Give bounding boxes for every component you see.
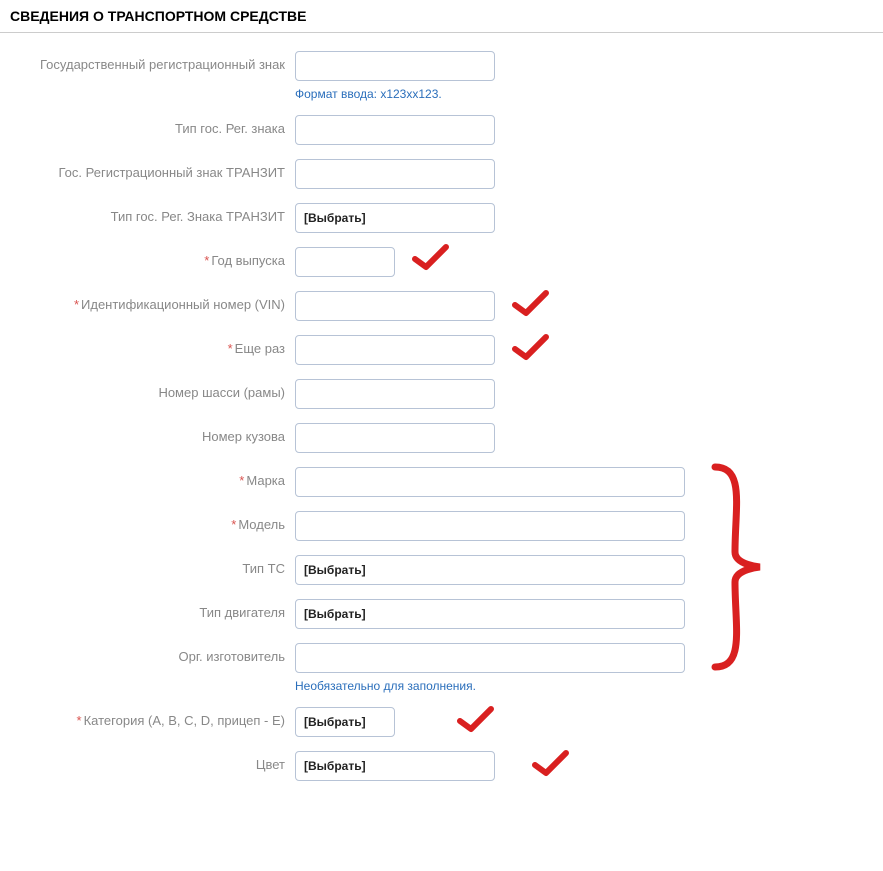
check-icon xyxy=(410,241,452,275)
label-year-text: Год выпуска xyxy=(211,253,285,268)
row-model: *Модель xyxy=(0,511,883,541)
row-engine-type: Тип двигателя [Выбрать] xyxy=(0,599,883,629)
label-color: Цвет xyxy=(0,751,295,772)
required-mark: * xyxy=(77,713,82,728)
row-body-no: Номер кузова xyxy=(0,423,883,453)
label-engine-type: Тип двигателя xyxy=(0,599,295,620)
label-vin-again: *Еще раз xyxy=(0,335,295,356)
label-vin-text: Идентификационный номер (VIN) xyxy=(81,297,285,312)
row-category: *Категория (A, B, C, D, прицеп - E) [Выб… xyxy=(0,707,883,737)
hint-manufacturer: Необязательно для заполнения. xyxy=(295,673,685,693)
hint-reg-plate: Формат ввода: х123хх123. xyxy=(295,81,495,101)
section-title: СВЕДЕНИЯ О ТРАНСПОРТНОМ СРЕДСТВЕ xyxy=(0,0,883,33)
label-category: *Категория (A, B, C, D, прицеп - E) xyxy=(0,707,295,728)
label-vehicle-type: Тип ТС xyxy=(0,555,295,576)
row-transit-plate: Гос. Регистрационный знак ТРАНЗИТ xyxy=(0,159,883,189)
label-brand-text: Марка xyxy=(246,473,285,488)
label-model-text: Модель xyxy=(238,517,285,532)
label-transit-plate: Гос. Регистрационный знак ТРАНЗИТ xyxy=(0,159,295,180)
check-icon xyxy=(510,287,552,321)
select-vehicle-type[interactable]: [Выбрать] xyxy=(295,555,685,585)
required-mark: * xyxy=(204,253,209,268)
label-transit-plate-type: Тип гос. Рег. Знака ТРАНЗИТ xyxy=(0,203,295,224)
row-reg-plate-type: Тип гос. Рег. знака xyxy=(0,115,883,145)
label-vin-again-text: Еще раз xyxy=(235,341,285,356)
input-body-no[interactable] xyxy=(295,423,495,453)
label-reg-plate-type: Тип гос. Рег. знака xyxy=(0,115,295,136)
input-brand[interactable] xyxy=(295,467,685,497)
label-brand: *Марка xyxy=(0,467,295,488)
check-icon xyxy=(455,703,497,737)
required-mark: * xyxy=(74,297,79,312)
input-vin-again[interactable] xyxy=(295,335,495,365)
label-reg-plate: Государственный регистрационный знак xyxy=(0,51,295,72)
check-icon xyxy=(510,331,552,365)
input-year[interactable] xyxy=(295,247,395,277)
required-mark: * xyxy=(239,473,244,488)
row-vin: *Идентификационный номер (VIN) xyxy=(0,291,883,321)
select-color[interactable]: [Выбрать] xyxy=(295,751,495,781)
check-icon xyxy=(530,747,572,781)
required-mark: * xyxy=(228,341,233,356)
select-category[interactable]: [Выбрать] xyxy=(295,707,395,737)
input-reg-plate-type[interactable] xyxy=(295,115,495,145)
input-vin[interactable] xyxy=(295,291,495,321)
label-chassis: Номер шасси (рамы) xyxy=(0,379,295,400)
row-brand: *Марка xyxy=(0,467,883,497)
input-reg-plate[interactable] xyxy=(295,51,495,81)
label-manufacturer: Орг. изготовитель xyxy=(0,643,295,664)
row-vin-again: *Еще раз xyxy=(0,335,883,365)
label-model: *Модель xyxy=(0,511,295,532)
row-year: *Год выпуска xyxy=(0,247,883,277)
label-year: *Год выпуска xyxy=(0,247,295,268)
input-transit-plate[interactable] xyxy=(295,159,495,189)
select-engine-type[interactable]: [Выбрать] xyxy=(295,599,685,629)
label-body-no: Номер кузова xyxy=(0,423,295,444)
row-manufacturer: Орг. изготовитель Необязательно для запо… xyxy=(0,643,883,693)
row-color: Цвет [Выбрать] xyxy=(0,751,883,781)
label-vin: *Идентификационный номер (VIN) xyxy=(0,291,295,312)
row-chassis: Номер шасси (рамы) xyxy=(0,379,883,409)
row-reg-plate: Государственный регистрационный знак Фор… xyxy=(0,51,883,101)
required-mark: * xyxy=(231,517,236,532)
input-chassis[interactable] xyxy=(295,379,495,409)
input-manufacturer[interactable] xyxy=(295,643,685,673)
label-category-text: Категория (A, B, C, D, прицеп - E) xyxy=(84,713,285,728)
row-vehicle-type: Тип ТС [Выбрать] xyxy=(0,555,883,585)
select-transit-plate-type[interactable]: [Выбрать] xyxy=(295,203,495,233)
input-model[interactable] xyxy=(295,511,685,541)
row-transit-plate-type: Тип гос. Рег. Знака ТРАНЗИТ [Выбрать] xyxy=(0,203,883,233)
